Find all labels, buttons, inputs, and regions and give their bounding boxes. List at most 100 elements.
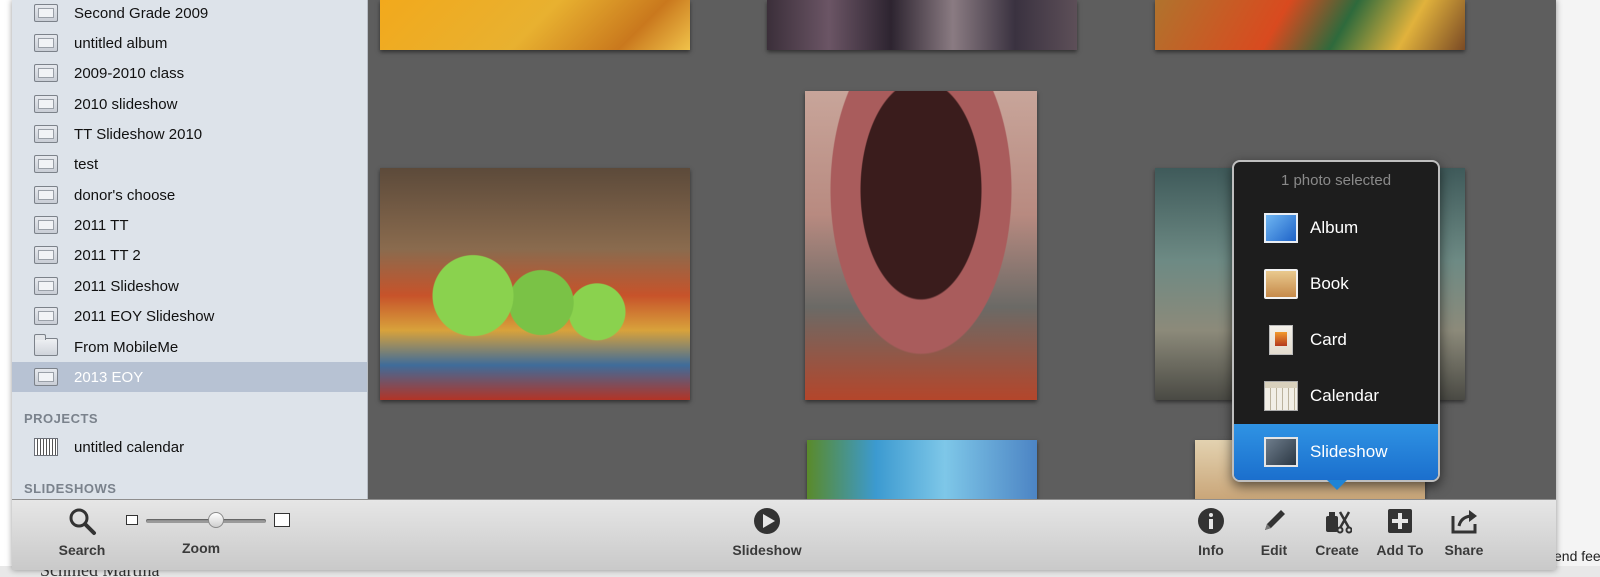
album-icon (34, 246, 58, 264)
share-button[interactable]: Share (1429, 506, 1499, 558)
sidebar-item-label: test (74, 155, 99, 173)
menu-item-label: Book (1310, 274, 1349, 293)
create-book-item[interactable]: Book (1234, 256, 1438, 312)
iphoto-window: Second Grade 2009 untitled album 2009-20… (12, 0, 1556, 570)
zoom-knob[interactable] (207, 512, 224, 528)
sidebar-item-label: From MobileMe (74, 338, 179, 356)
sidebar-album-2010-slideshow[interactable]: 2010 slideshow (12, 89, 367, 119)
menu-item-label: Album (1310, 218, 1359, 237)
create-button[interactable]: Create (1302, 506, 1372, 558)
sidebar-item-label: 2011 EOY Slideshow (74, 307, 215, 325)
album-icon (34, 64, 58, 82)
create-popup-menu: 1 photo selected Album Book Card Calenda… (1232, 160, 1440, 482)
album-icon (34, 34, 58, 52)
play-icon (752, 506, 782, 536)
zoom-track[interactable] (146, 519, 266, 523)
calendar-icon (1264, 381, 1298, 411)
sidebar-album-untitled-album[interactable]: untitled album (12, 28, 367, 58)
zoom-label: Zoom (182, 540, 221, 556)
menu-item-label: Slideshow (1310, 442, 1388, 461)
calendar-icon (34, 438, 58, 456)
search-icon (67, 506, 97, 536)
photo-thumbnail[interactable] (767, 0, 1077, 50)
photo-thumbnail[interactable] (380, 168, 690, 400)
album-icon (34, 155, 58, 173)
create-calendar-item[interactable]: Calendar (1234, 368, 1438, 424)
slideshow-button[interactable]: Slideshow (732, 506, 802, 558)
large-photo-icon (274, 513, 290, 527)
add-to-label: Add To (1376, 542, 1424, 558)
sidebar-item-label: 2011 TT (74, 216, 129, 234)
sidebar-album-2011-tt[interactable]: 2011 TT (12, 210, 367, 240)
album-icon (34, 277, 58, 295)
sidebar-album-2009-2010-class[interactable]: 2009-2010 class (12, 58, 367, 88)
background-app-strip (1556, 0, 1600, 577)
album-icon (34, 186, 58, 204)
album-icon (34, 125, 58, 143)
photo-thumbnail[interactable] (807, 440, 1037, 500)
bottom-toolbar: Search Zoom Slideshow Info Edit Create A… (12, 499, 1556, 570)
card-icon (1269, 325, 1293, 355)
popup-arrow (1327, 480, 1347, 490)
sidebar-album-test[interactable]: test (12, 149, 367, 179)
sidebar-item-label: untitled album (74, 34, 168, 52)
sidebar-album-2011-slideshow[interactable]: 2011 Slideshow (12, 271, 367, 301)
sidebar-item-label: Second Grade 2009 (74, 4, 209, 22)
pencil-icon (1259, 506, 1289, 536)
album-icon (34, 216, 58, 234)
sidebar-item-label: donor's choose (74, 186, 176, 204)
slideshows-header: SLIDESHOWS (24, 481, 117, 496)
sidebar-album-2011-tt-2[interactable]: 2011 TT 2 (12, 240, 367, 270)
sidebar-item-label: 2011 Slideshow (74, 277, 179, 295)
share-label: Share (1444, 542, 1484, 558)
book-icon (1264, 269, 1298, 299)
create-slideshow-item[interactable]: Slideshow (1234, 424, 1438, 480)
popup-title: 1 photo selected (1280, 172, 1392, 189)
edit-label: Edit (1260, 542, 1288, 558)
zoom-slider[interactable] (122, 512, 292, 528)
search-button[interactable]: Search (47, 506, 117, 558)
album-icon (34, 4, 58, 22)
info-icon (1196, 506, 1226, 536)
album-icon (1264, 213, 1298, 243)
info-button[interactable]: Info (1176, 506, 1246, 558)
sidebar-item-label: 2010 slideshow (74, 95, 178, 113)
photo-thumbnail[interactable] (380, 0, 690, 50)
sidebar-item-label: TT Slideshow 2010 (74, 125, 203, 143)
sidebar-album-tt-slideshow-2010[interactable]: TT Slideshow 2010 (12, 119, 367, 149)
album-icon (34, 95, 58, 113)
sidebar-item-label: 2009-2010 class (74, 64, 185, 82)
create-label: Create (1315, 542, 1359, 558)
background-app-text: end fee (1554, 548, 1600, 564)
sidebar-album-donors-choose[interactable]: donor's choose (12, 180, 367, 210)
share-icon (1449, 506, 1479, 536)
add-icon (1385, 506, 1415, 536)
edit-button[interactable]: Edit (1239, 506, 1309, 558)
folder-icon (34, 334, 58, 356)
sidebar-album-2013-eoy[interactable]: 2013 EOY (12, 362, 367, 392)
album-icon (34, 307, 58, 325)
photo-thumbnail[interactable] (1155, 0, 1465, 50)
menu-item-label: Calendar (1310, 386, 1379, 405)
album-icon (34, 368, 58, 386)
search-label: Search (58, 542, 106, 558)
create-icon (1322, 506, 1352, 536)
projects-header: PROJECTS (24, 411, 99, 426)
add-to-button[interactable]: Add To (1365, 506, 1435, 558)
create-card-item[interactable]: Card (1234, 312, 1438, 368)
sidebar-item-label: untitled calendar (74, 438, 185, 456)
slideshow-label: Slideshow (732, 542, 802, 558)
photo-thumbnail-selected[interactable] (805, 91, 1037, 400)
info-label: Info (1198, 542, 1224, 558)
menu-item-label: Card (1310, 330, 1347, 349)
sidebar: Second Grade 2009 untitled album 2009-20… (12, 0, 368, 510)
sidebar-folder-from-mobileme[interactable]: From MobileMe (12, 332, 367, 362)
slideshow-icon (1264, 437, 1298, 467)
sidebar-project-untitled-calendar[interactable]: untitled calendar (12, 432, 367, 462)
sidebar-album-second-grade-2009[interactable]: Second Grade 2009 (12, 0, 367, 28)
create-album-item[interactable]: Album (1234, 200, 1438, 256)
sidebar-item-label: 2013 EOY (74, 368, 144, 386)
small-photo-icon (126, 515, 138, 525)
sidebar-item-label: 2011 TT 2 (74, 246, 141, 264)
sidebar-album-2011-eoy-slideshow[interactable]: 2011 EOY Slideshow (12, 301, 367, 331)
